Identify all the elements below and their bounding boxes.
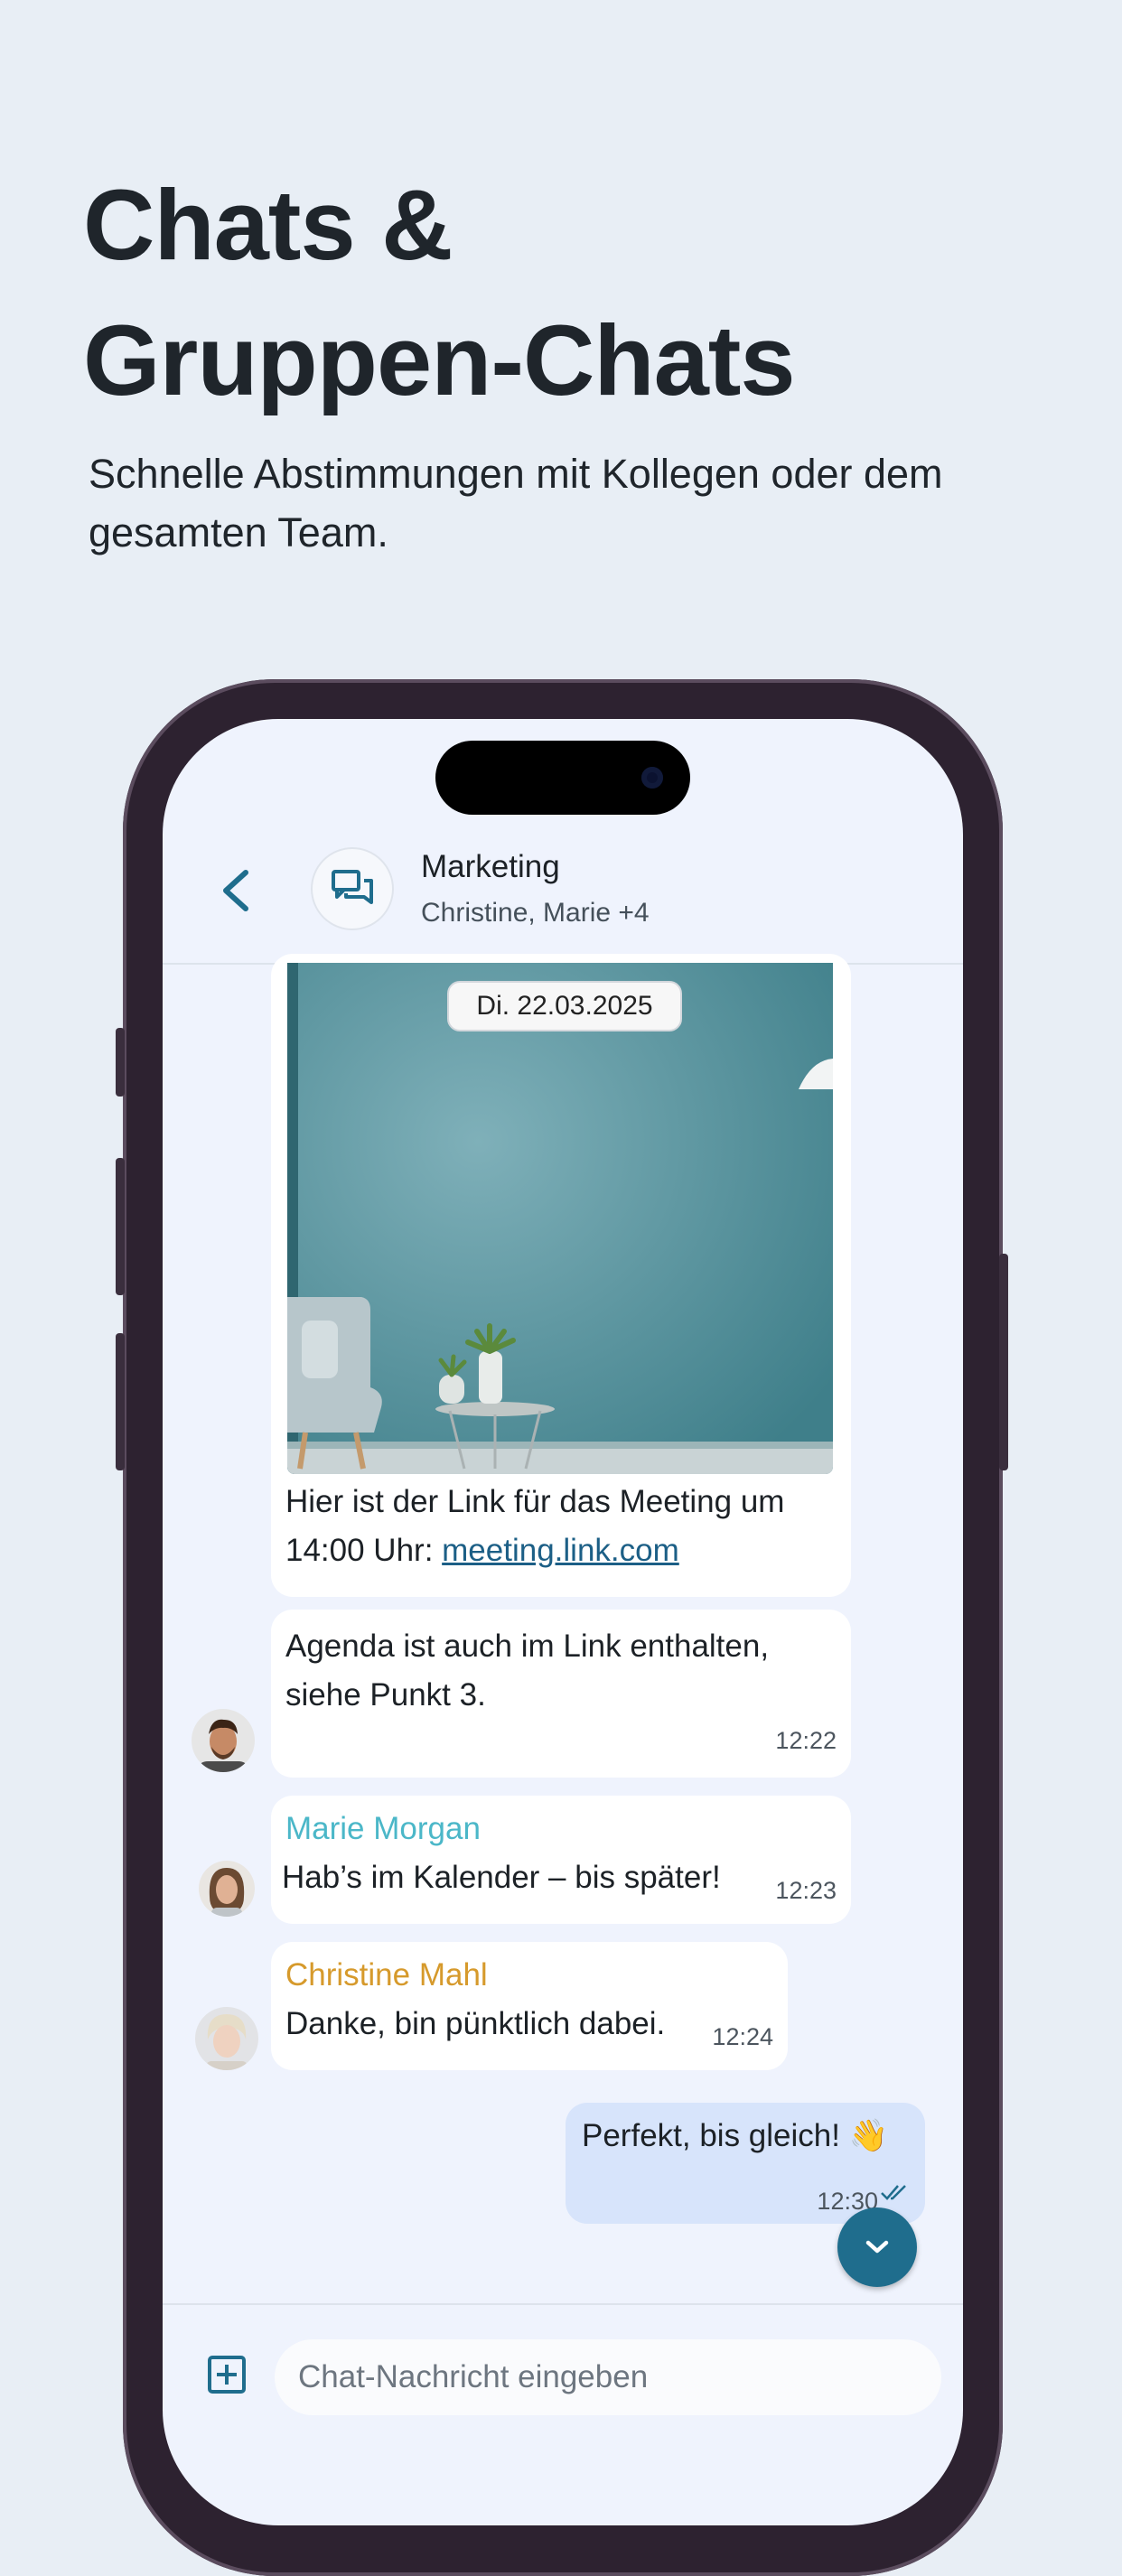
message-bubble[interactable]: Marie Morgan Hab’s im Kalender – bis spä… [271,1796,851,1924]
shared-photo[interactable] [287,963,833,1474]
phone-side-button [999,1254,1008,1470]
dynamic-island [435,741,690,815]
camera-dot [641,767,663,789]
date-chip: Di. 22.03.2025 [447,981,682,1031]
phone-side-button [116,1028,125,1097]
avatar[interactable] [195,2007,258,2070]
double-check-icon [881,2185,906,2200]
message-text: Hier ist der Link für das Meeting um 14:… [285,1484,785,1568]
chevron-down-icon [865,2240,889,2254]
message-text: Danke, bin pünktlich dabei. [285,2006,666,2041]
chat-header: Marketing Christine, Marie +4 [163,818,963,965]
message-bubble[interactable]: Christine Mahl Danke, bin pünktlich dabe… [271,1942,788,2070]
composer-bar: Chat-Nachricht eingeben [163,2303,963,2525]
message-text: Agenda ist auch im Link enthalten, siehe… [285,1629,770,1713]
headline-line-2: Gruppen-Chats [83,305,796,416]
avatar[interactable] [199,1861,255,1917]
message-time: 12:23 [775,1877,837,1904]
back-icon[interactable] [215,865,258,916]
message-text: Perfekt, bis gleich! 👋 [582,2118,889,2153]
headline: Chats & Gruppen-Chats [83,158,796,429]
avatar[interactable] [192,1709,255,1772]
phone-side-button [116,1333,125,1470]
message-time: 12:24 [712,2023,773,2050]
phone-side-button [116,1158,125,1295]
sender-name[interactable]: Marie Morgan [285,1805,481,1853]
own-message-bubble[interactable]: Perfekt, bis gleich! 👋 12:30 [566,2103,925,2224]
headline-line-1: Chats & [83,170,453,281]
scroll-down-button[interactable] [837,2207,917,2287]
group-avatar[interactable] [311,847,394,930]
chat-members[interactable]: Christine, Marie +4 [421,898,650,929]
message-input[interactable]: Chat-Nachricht eingeben [275,2339,941,2415]
add-icon[interactable] [206,2354,248,2395]
meeting-link[interactable]: meeting.link.com [442,1533,679,1568]
message-bubble[interactable]: Agenda ist auch im Link enthalten, siehe… [271,1610,851,1778]
message-text: Hab’s im Kalender – bis später! [282,1860,721,1895]
subline: Schnelle Abstimmungen mit Kollegen oder … [89,451,943,555]
message-time: 12:22 [775,1727,837,1754]
group-chat-icon [332,870,373,904]
sender-name[interactable]: Christine Mahl [285,1951,488,2000]
chat-title[interactable]: Marketing [421,849,560,885]
phone-screen: Marketing Christine, Marie +4 Hier ist d… [163,719,963,2525]
